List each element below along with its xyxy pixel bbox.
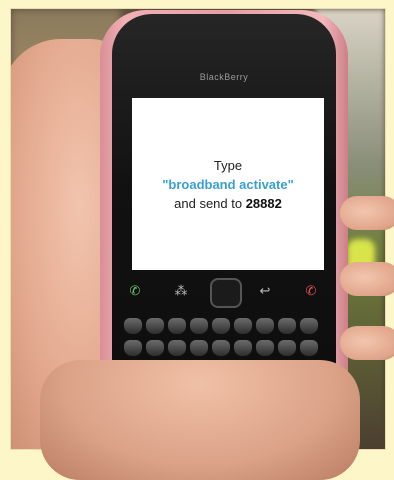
screen-send-prefix: and send to bbox=[174, 195, 246, 211]
call-icon[interactable]: ✆ bbox=[122, 280, 148, 302]
end-call-icon[interactable]: ✆ bbox=[298, 280, 324, 302]
keyboard-key[interactable] bbox=[212, 340, 230, 356]
keyboard-key[interactable] bbox=[234, 340, 252, 356]
screen-short-code: 28882 bbox=[245, 195, 282, 211]
keyboard-key[interactable] bbox=[190, 318, 208, 334]
keyboard-key[interactable] bbox=[278, 340, 296, 356]
screen-line-send: and send to 28882 bbox=[174, 194, 282, 213]
phone-brand-logo: BlackBerry bbox=[199, 72, 249, 82]
keyboard-key[interactable] bbox=[124, 318, 142, 334]
keyboard-key[interactable] bbox=[212, 318, 230, 334]
keyboard-key[interactable] bbox=[146, 340, 164, 356]
keyboard-key[interactable] bbox=[168, 318, 186, 334]
phone-nav-row: ✆ ⁂ ↩ ✆ bbox=[118, 274, 330, 310]
keyboard-key[interactable] bbox=[300, 340, 318, 356]
trackpad[interactable] bbox=[210, 278, 242, 308]
menu-icon[interactable]: ⁂ bbox=[168, 280, 194, 302]
screen-command: "broadband activate" bbox=[162, 176, 294, 192]
hand-bottom bbox=[40, 360, 360, 480]
back-icon[interactable]: ↩ bbox=[252, 280, 278, 302]
finger bbox=[340, 196, 394, 230]
keyboard-key[interactable] bbox=[124, 340, 142, 356]
keyboard-key[interactable] bbox=[234, 318, 252, 334]
keyboard-key[interactable] bbox=[190, 340, 208, 356]
screen-line-type: Type bbox=[213, 157, 243, 173]
keyboard-key[interactable] bbox=[278, 318, 296, 334]
keyboard-key[interactable] bbox=[256, 340, 274, 356]
keyboard-key[interactable] bbox=[146, 318, 164, 334]
finger bbox=[340, 262, 394, 296]
keyboard-key[interactable] bbox=[300, 318, 318, 334]
keyboard-key[interactable] bbox=[168, 340, 186, 356]
phone-screen: Type "broadband activate" and send to 28… bbox=[132, 98, 324, 270]
keyboard-key[interactable] bbox=[256, 318, 274, 334]
finger bbox=[340, 326, 394, 360]
